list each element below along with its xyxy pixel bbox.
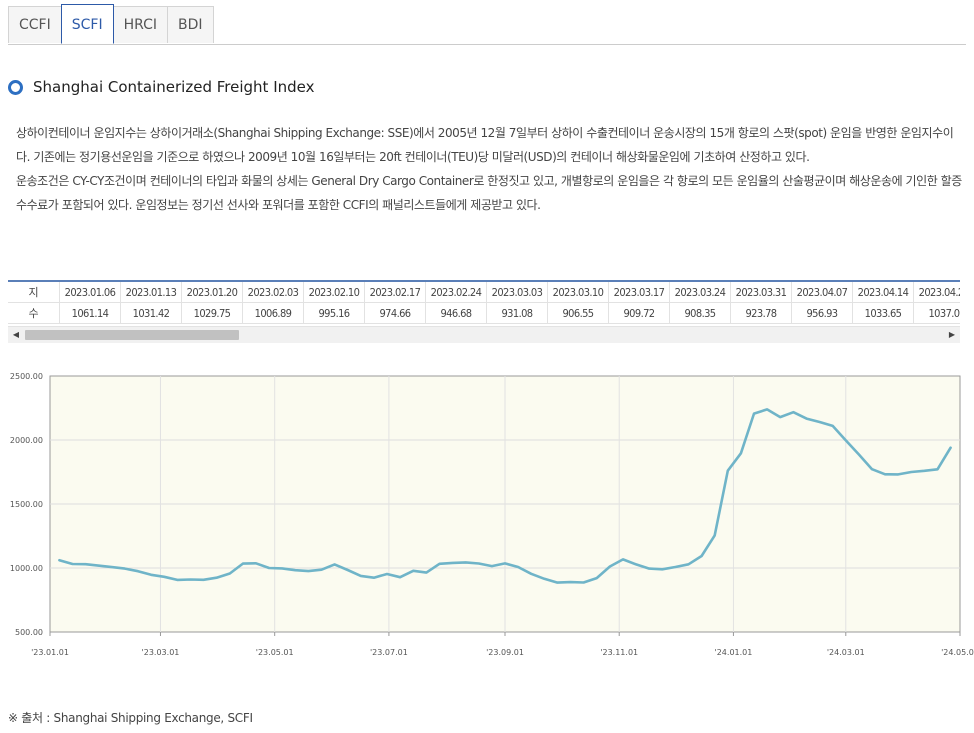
tab-scfi[interactable]: SCFI bbox=[60, 4, 114, 44]
table-value-cell: 1037.0 bbox=[914, 303, 960, 324]
table-date-cell: 2023.03.24 bbox=[670, 282, 731, 303]
table-column: 2023.02.24 946.68 bbox=[426, 282, 487, 324]
table-column: 2023.03.10 906.55 bbox=[548, 282, 609, 324]
table-value-cell: 946.68 bbox=[426, 303, 487, 324]
table-column: 2023.03.24 908.35 bbox=[670, 282, 731, 324]
description-paragraph-1: 상하이컨테이너 운임지수는 상하이거래소(Shanghai Shipping E… bbox=[16, 126, 954, 164]
table-column: 2023.02.17 974.66 bbox=[365, 282, 426, 324]
y-tick-label: 1500.00 bbox=[10, 500, 43, 509]
scroll-thumb[interactable] bbox=[25, 330, 239, 340]
table-column: 2023.01.06 1061.14 bbox=[60, 282, 121, 324]
table-column: 2023.03.17 909.72 bbox=[609, 282, 670, 324]
table-date-cell: 2023.04.21 bbox=[914, 282, 960, 303]
x-tick-label: '23.07.01 bbox=[370, 648, 408, 657]
index-data-table: 지 수 2023.01.06 1061.14 2023.01.13 1031.42 20… bbox=[8, 280, 960, 346]
table-date-cell: 2023.03.03 bbox=[487, 282, 548, 303]
table-date-cell: 2023.01.20 bbox=[182, 282, 243, 303]
description-paragraph-2: 운송조건은 CY-CY조건이며 컨테이너의 타입과 화물의 상세는 Genera… bbox=[16, 174, 962, 212]
table-value-cell: 906.55 bbox=[548, 303, 609, 324]
tab-bdi[interactable]: BDI bbox=[167, 6, 214, 43]
table-column: 2023.04.211037.0 bbox=[914, 282, 960, 324]
table-column: 2023.03.31 923.78 bbox=[731, 282, 792, 324]
table-value-cell: 1006.89 bbox=[243, 303, 304, 324]
table-label-column: 지 수 bbox=[8, 282, 60, 324]
table-value-cell: 1031.42 bbox=[121, 303, 182, 324]
index-tabs: CCFI SCFI HRCI BDI bbox=[8, 4, 964, 46]
table-value-cell: 931.08 bbox=[487, 303, 548, 324]
x-tick-label: '23.09.01 bbox=[486, 648, 524, 657]
x-tick-label: '23.03.01 bbox=[142, 648, 180, 657]
x-tick-label: '23.01.01 bbox=[31, 648, 69, 657]
y-tick-label: 500.00 bbox=[15, 628, 43, 637]
scroll-right-arrow-icon[interactable]: ▶ bbox=[944, 327, 960, 343]
table-date-cell: 2023.02.24 bbox=[426, 282, 487, 303]
circle-bullet-icon bbox=[8, 79, 23, 95]
table-date-cell: 2023.04.07 bbox=[792, 282, 853, 303]
table-column: 2023.02.03 1006.89 bbox=[243, 282, 304, 324]
table-column: 2023.01.13 1031.42 bbox=[121, 282, 182, 324]
table-date-cell: 2023.02.10 bbox=[304, 282, 365, 303]
x-tick-label: '23.11.01 bbox=[600, 648, 638, 657]
y-tick-label: 2000.00 bbox=[10, 436, 43, 445]
table-value-cell: 1061.14 bbox=[60, 303, 121, 324]
x-tick-label: '24.05.01 bbox=[941, 648, 974, 657]
table-value-cell: 974.66 bbox=[365, 303, 426, 324]
row-label-date: 지 bbox=[8, 282, 60, 303]
tab-hrci[interactable]: HRCI bbox=[112, 6, 169, 43]
x-tick-label: '23.05.01 bbox=[256, 648, 294, 657]
table-column: 2023.03.03 931.08 bbox=[487, 282, 548, 324]
table-date-cell: 2023.03.31 bbox=[731, 282, 792, 303]
table-body: 지 수 2023.01.06 1061.14 2023.01.13 1031.42 20… bbox=[8, 282, 960, 324]
y-tick-label: 2500.00 bbox=[10, 372, 43, 381]
y-tick-label: 1000.00 bbox=[10, 564, 43, 573]
scroll-left-arrow-icon[interactable]: ◀ bbox=[8, 327, 24, 343]
source-note: ※ 출처 : Shanghai Shipping Exchange, SCFI bbox=[8, 711, 253, 725]
row-label-value: 수 bbox=[8, 303, 60, 324]
table-date-cell: 2023.03.10 bbox=[548, 282, 609, 303]
section-heading: Shanghai Containerized Freight Index bbox=[8, 78, 314, 96]
table-value-cell: 995.16 bbox=[304, 303, 365, 324]
table-column: 2023.04.14 1033.65 bbox=[853, 282, 914, 324]
table-value-cell: 1033.65 bbox=[853, 303, 914, 324]
table-value-cell: 956.93 bbox=[792, 303, 853, 324]
table-date-cell: 2023.01.06 bbox=[60, 282, 121, 303]
table-date-cell: 2023.04.14 bbox=[853, 282, 914, 303]
table-value-cell: 1029.75 bbox=[182, 303, 243, 324]
tab-ccfi[interactable]: CCFI bbox=[8, 6, 62, 43]
x-tick-label: '24.03.01 bbox=[827, 648, 865, 657]
x-tick-label: '24.01.01 bbox=[715, 648, 753, 657]
table-column: 2023.02.10 995.16 bbox=[304, 282, 365, 324]
description: 상하이컨테이너 운임지수는 상하이거래소(Shanghai Shipping E… bbox=[8, 121, 966, 217]
table-column: 2023.04.07 956.93 bbox=[792, 282, 853, 324]
table-value-cell: 909.72 bbox=[609, 303, 670, 324]
scfi-line-chart: 2500.00 2000.00 1500.00 1000.00 500.00 '23.01… bbox=[10, 372, 974, 657]
table-date-cell: 2023.03.17 bbox=[609, 282, 670, 303]
page-title: Shanghai Containerized Freight Index bbox=[33, 78, 315, 96]
table-date-cell: 2023.02.17 bbox=[365, 282, 426, 303]
table-date-cell: 2023.01.13 bbox=[121, 282, 182, 303]
table-value-cell: 908.35 bbox=[670, 303, 731, 324]
horizontal-scrollbar[interactable]: ◀ ▶ bbox=[8, 326, 960, 343]
table-date-cell: 2023.02.03 bbox=[243, 282, 304, 303]
table-column: 2023.01.20 1029.75 bbox=[182, 282, 243, 324]
table-value-cell: 923.78 bbox=[731, 303, 792, 324]
